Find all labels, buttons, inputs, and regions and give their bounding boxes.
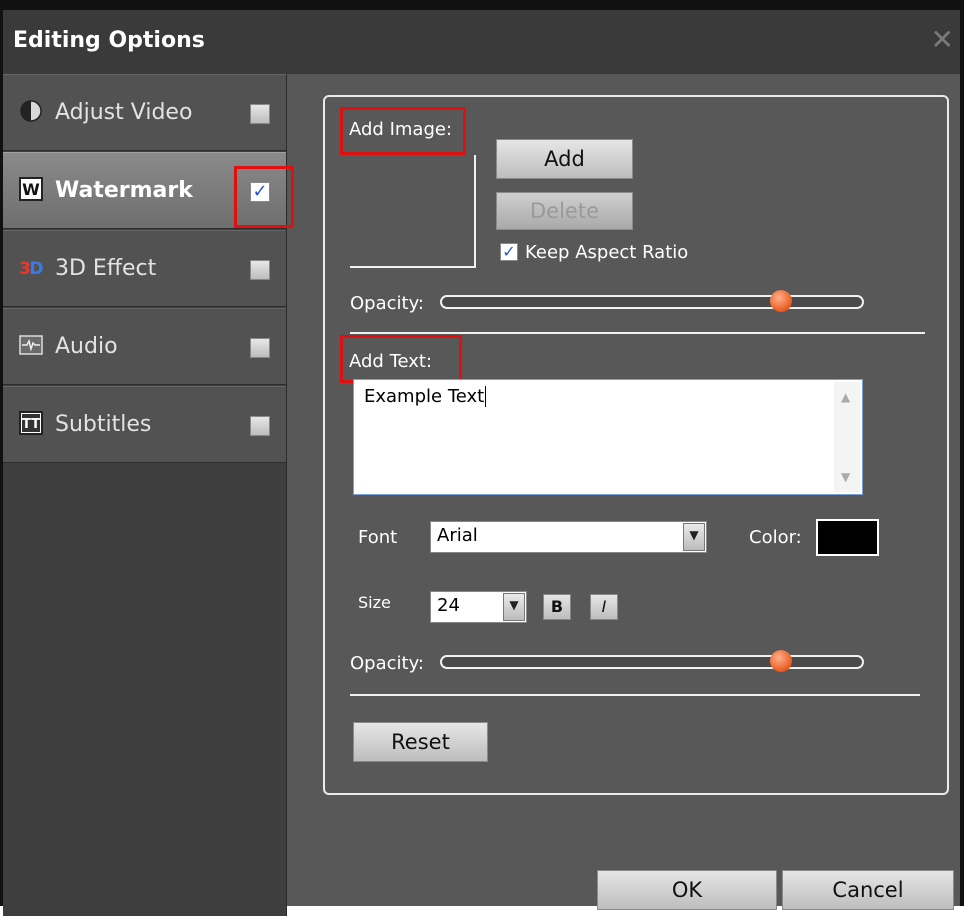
size-select-value: 24 bbox=[437, 595, 460, 616]
keep-aspect-ratio-label: Keep Aspect Ratio bbox=[525, 242, 689, 263]
font-label: Font bbox=[358, 527, 398, 548]
chevron-down-icon[interactable]: ▼ bbox=[503, 593, 525, 621]
watermark-checkbox-highlight bbox=[234, 166, 294, 228]
watermark-text-value: Example Text bbox=[364, 386, 485, 407]
color-swatch[interactable] bbox=[816, 519, 879, 556]
adjust-video-icon bbox=[20, 100, 42, 122]
chevron-down-icon[interactable]: ▼ bbox=[683, 523, 705, 551]
sidebar-item-label: Subtitles bbox=[55, 412, 152, 437]
subtitles-icon: TT bbox=[19, 411, 43, 435]
delete-image-button[interactable]: Delete bbox=[496, 192, 633, 230]
audio-icon bbox=[19, 335, 43, 355]
3d-effect-checkbox[interactable] bbox=[250, 260, 270, 280]
reset-button[interactable]: Reset bbox=[353, 722, 488, 762]
section-divider bbox=[350, 694, 920, 696]
add-text-label: Add Text: bbox=[349, 351, 433, 372]
cancel-button[interactable]: Cancel bbox=[782, 870, 954, 910]
text-scrollbar[interactable]: ▲ ▼ bbox=[834, 382, 860, 492]
image-preview-area[interactable] bbox=[350, 155, 476, 268]
text-cursor bbox=[485, 386, 487, 407]
svg-text:D: D bbox=[29, 259, 43, 279]
dialog-title: Editing Options bbox=[13, 28, 205, 53]
image-opacity-slider-thumb[interactable] bbox=[770, 290, 792, 312]
svg-text:TT: TT bbox=[22, 417, 40, 432]
sidebar-item-label: Adjust Video bbox=[55, 100, 193, 125]
sidebar-item-adjust-video[interactable]: Adjust Video bbox=[3, 74, 286, 151]
section-divider bbox=[350, 332, 925, 334]
svg-text:W: W bbox=[22, 180, 40, 199]
color-label: Color: bbox=[749, 527, 802, 548]
text-opacity-label: Opacity: bbox=[350, 653, 424, 674]
text-opacity-slider[interactable] bbox=[440, 655, 864, 669]
sidebar-item-audio[interactable]: Audio bbox=[3, 308, 286, 385]
bold-button[interactable]: B bbox=[543, 594, 571, 620]
watermark-icon: W bbox=[19, 177, 43, 201]
scroll-down-icon[interactable]: ▼ bbox=[841, 470, 850, 484]
font-select[interactable]: Arial ▼ bbox=[430, 521, 707, 553]
add-image-label: Add Image: bbox=[349, 119, 453, 140]
audio-checkbox[interactable] bbox=[250, 338, 270, 358]
size-label: Size bbox=[358, 593, 391, 612]
keep-aspect-ratio-checkbox[interactable]: ✓ bbox=[500, 243, 518, 261]
scroll-up-icon[interactable]: ▲ bbox=[841, 390, 850, 404]
title-bar: Editing Options ✕ bbox=[3, 10, 960, 74]
subtitles-checkbox[interactable] bbox=[250, 416, 270, 436]
sidebar-item-label: Watermark bbox=[55, 178, 193, 203]
text-opacity-slider-thumb[interactable] bbox=[770, 650, 792, 672]
watermark-text-input[interactable]: Example Text ▲ ▼ bbox=[353, 379, 863, 495]
sidebar-item-label: Audio bbox=[55, 334, 118, 359]
italic-button[interactable]: I bbox=[590, 594, 618, 620]
image-opacity-label: Opacity: bbox=[350, 293, 424, 314]
editing-options-dialog: Editing Options ✕ Adjust Video W Waterma… bbox=[0, 0, 964, 916]
add-image-button[interactable]: Add bbox=[496, 139, 633, 179]
sidebar-item-3d-effect[interactable]: 3 D 3D Effect bbox=[3, 230, 286, 307]
adjust-video-checkbox[interactable] bbox=[250, 104, 270, 124]
ok-button[interactable]: OK bbox=[597, 870, 777, 910]
image-opacity-slider[interactable] bbox=[440, 295, 864, 309]
sidebar-item-label: 3D Effect bbox=[55, 256, 157, 281]
close-icon[interactable]: ✕ bbox=[931, 26, 954, 54]
sidebar-item-subtitles[interactable]: TT Subtitles bbox=[3, 386, 286, 463]
font-select-value: Arial bbox=[437, 525, 478, 546]
3d-effect-icon: 3 D bbox=[19, 259, 43, 279]
size-select[interactable]: 24 ▼ bbox=[430, 591, 527, 623]
